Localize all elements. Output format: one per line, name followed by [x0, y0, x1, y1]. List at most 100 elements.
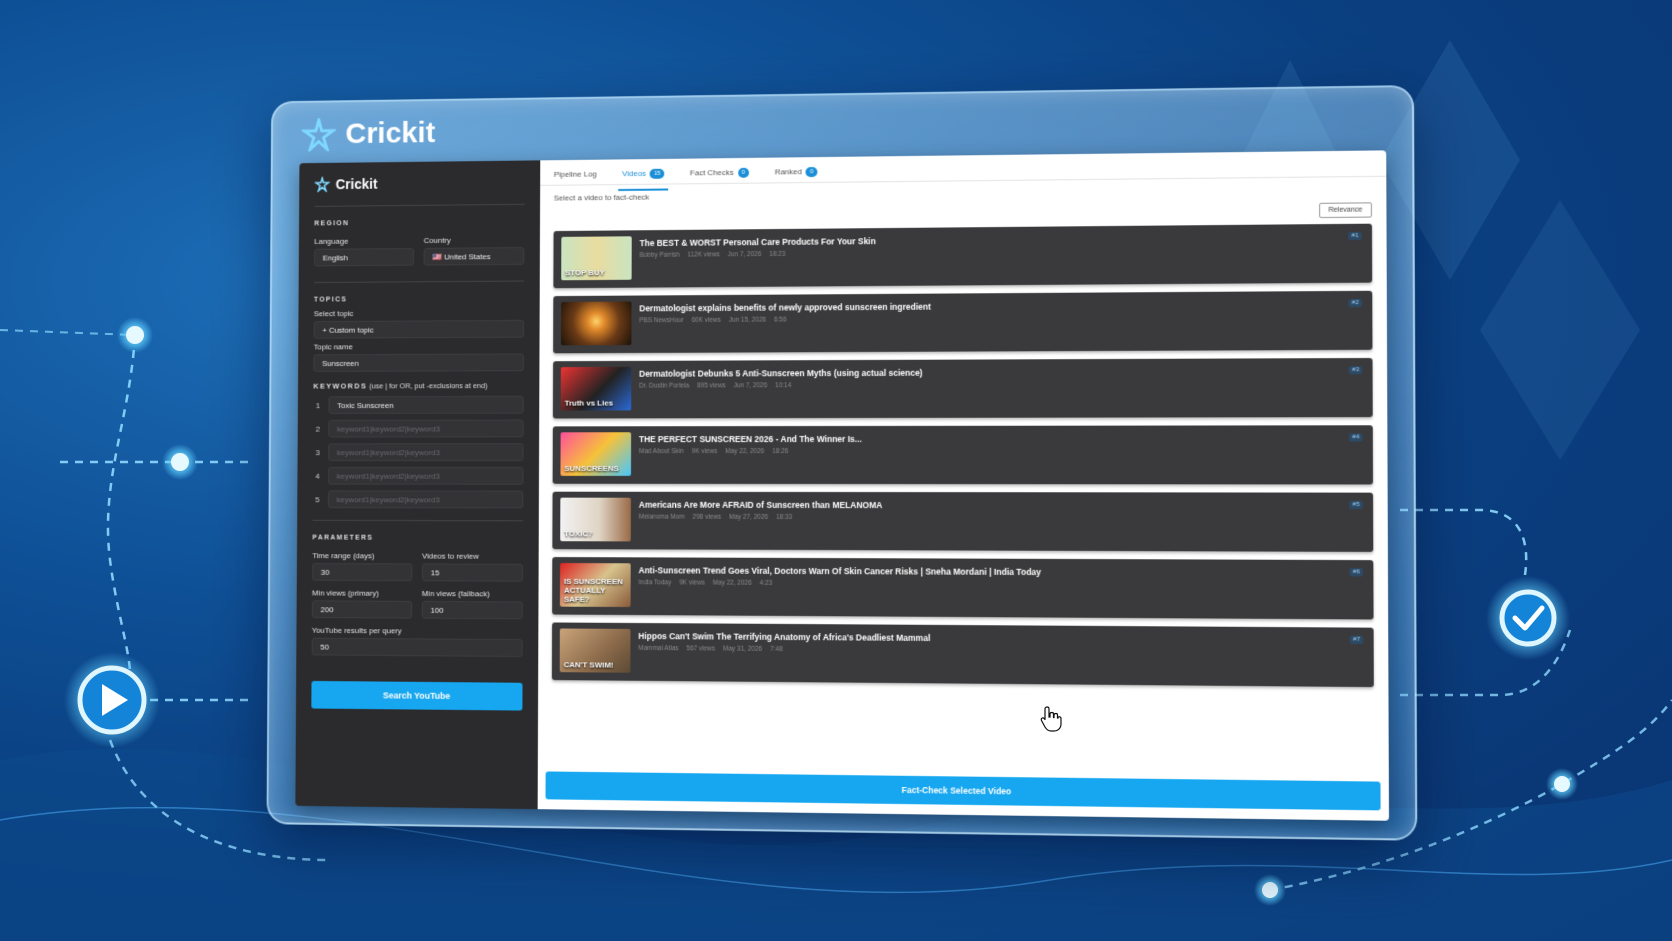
tab-count-badge: 0	[806, 167, 817, 177]
rank-badge: #4	[1349, 433, 1362, 441]
video-title: Americans Are More AFRAID of Sunscreen t…	[639, 500, 883, 510]
tab-ranked[interactable]: Ranked 0	[775, 167, 818, 182]
videos-review-input[interactable]: 15	[422, 563, 523, 581]
time-range-input[interactable]: 30	[312, 563, 412, 581]
video-thumbnail: SUNSCREENS	[560, 432, 631, 476]
video-info: THE PERFECT SUNSCREEN 2026 - And The Win…	[639, 432, 862, 455]
country-select[interactable]: 🇺🇸 United States	[424, 247, 525, 265]
video-duration: 4:23	[760, 580, 773, 587]
video-views: 567 views	[686, 645, 715, 652]
video-info: The BEST & WORST Personal Care Products …	[640, 234, 876, 259]
tab-fact-checks[interactable]: Fact Checks 0	[690, 168, 749, 184]
video-thumbnail: TOXIC?	[560, 498, 631, 542]
video-info: Hippos Can't Swim The Terrifying Anatomy…	[638, 629, 930, 654]
sort-select[interactable]: Relevance	[1319, 202, 1372, 218]
language-select[interactable]: English	[314, 248, 414, 266]
keyword-input-5[interactable]: keyword1|keyword2|keyword3	[328, 490, 523, 508]
video-info: Anti-Sunscreen Trend Goes Viral, Doctors…	[639, 563, 1042, 588]
thumbnail-text: IS SUNSCREEN ACTUALLY SAFE?	[564, 577, 631, 604]
video-date: Jun 7, 2026	[728, 251, 762, 258]
video-meta: India Today 9K views May 22, 2026 4:23	[639, 579, 1042, 588]
min-views-primary-input[interactable]: 200	[312, 600, 412, 618]
hand-cursor-icon	[1040, 705, 1062, 733]
rank-badge: #1	[1348, 232, 1361, 240]
video-duration: 18:26	[772, 448, 788, 455]
video-item[interactable]: Truth vs Lies Dermatologist Debunks 5 An…	[553, 358, 1373, 419]
video-duration: 7:48	[770, 646, 783, 653]
keyword-input-4[interactable]: keyword1|keyword2|keyword3	[328, 467, 523, 485]
keyword-row: 2 keyword1|keyword2|keyword3	[313, 420, 524, 438]
keyword-row: 1 Toxic Sunscreen	[313, 396, 524, 414]
tab-count-badge: 15	[650, 169, 664, 179]
keyword-row: 4 keyword1|keyword2|keyword3	[313, 467, 524, 485]
keywords-title: KEYWORDS	[313, 382, 367, 391]
video-item[interactable]: Dermatologist explains benefits of newly…	[553, 291, 1372, 354]
keyword-number: 2	[313, 424, 323, 433]
keyword-number: 1	[313, 401, 323, 410]
videos-review-label: Videos to review	[422, 552, 523, 561]
results-per-query-label: YouTube results per query	[312, 626, 523, 636]
video-thumbnail: CAN'T SWIM!	[560, 628, 631, 672]
video-thumbnail	[561, 302, 632, 346]
thumbnail-text: CAN'T SWIM!	[564, 660, 614, 669]
keyword-input-3[interactable]: keyword1|keyword2|keyword3	[328, 443, 523, 461]
sidebar-brand: Crickit	[314, 174, 524, 207]
video-meta: Bobby Parrish 112K views Jun 7, 2026 18:…	[640, 250, 876, 259]
app-window-frame: Crickit Crickit REGION Language English …	[266, 85, 1417, 841]
rank-badge: #3	[1349, 366, 1362, 374]
video-item[interactable]: STOP BUY The BEST & WORST Personal Care …	[553, 224, 1372, 289]
results-per-query-input[interactable]: 50	[312, 638, 523, 657]
rank-badge: #6	[1350, 568, 1363, 576]
video-views: 895 views	[697, 382, 726, 389]
min-views-fallback-input[interactable]: 100	[422, 601, 523, 619]
video-info: Dermatologist explains benefits of newly…	[639, 300, 931, 325]
video-item[interactable]: IS SUNSCREEN ACTUALLY SAFE? Anti-Sunscre…	[552, 557, 1373, 619]
video-info: Americans Are More AFRAID of Sunscreen t…	[639, 498, 883, 521]
video-channel: Dr. Dustin Portela	[639, 383, 689, 390]
tab-label: Ranked	[775, 167, 802, 176]
video-views: 298 views	[693, 514, 722, 521]
keyword-input-1[interactable]: Toxic Sunscreen	[328, 396, 523, 414]
min-views-fallback-label: Min views (fallback)	[422, 589, 523, 598]
video-thumbnail: Truth vs Lies	[561, 367, 632, 411]
tab-count-badge: 0	[738, 168, 749, 178]
crickit-logo-icon	[301, 118, 336, 152]
thumbnail-text: STOP BUY	[565, 268, 605, 277]
video-item[interactable]: TOXIC? Americans Are More AFRAID of Suns…	[552, 492, 1373, 552]
video-item[interactable]: SUNSCREENS THE PERFECT SUNSCREEN 2026 - …	[553, 425, 1373, 484]
video-list: STOP BUY The BEST & WORST Personal Care …	[538, 224, 1389, 780]
topics-section-title: TOPICS	[314, 295, 524, 303]
brand-name: Crickit	[345, 117, 435, 151]
video-views: 60K views	[692, 317, 721, 324]
keyword-row: 5 keyword1|keyword2|keyword3	[313, 490, 524, 508]
tab-label: Pipeline Log	[554, 170, 597, 179]
min-views-primary-label: Min views (primary)	[312, 589, 412, 598]
app-window: Crickit REGION Language English Country …	[295, 150, 1389, 820]
video-title: Anti-Sunscreen Trend Goes Viral, Doctors…	[639, 565, 1042, 577]
search-youtube-button[interactable]: Search YouTube	[311, 681, 522, 711]
video-channel: Melanoma Mom	[639, 514, 685, 521]
video-item[interactable]: CAN'T SWIM! Hippos Can't Swim The Terrif…	[552, 622, 1374, 687]
thumbnail-text: TOXIC?	[564, 529, 593, 538]
tab-label: Fact Checks	[690, 168, 734, 177]
video-duration: 18:23	[769, 251, 785, 258]
video-views: 112K views	[687, 251, 719, 258]
keywords-hint: (use | for OR, put -exclusions at end)	[369, 381, 487, 390]
video-meta: Mammal Atlas 567 views May 31, 2026 7:48	[638, 645, 930, 654]
topic-select[interactable]: + Custom topic	[314, 320, 524, 339]
play-icon	[64, 652, 160, 748]
time-range-label: Time range (days)	[312, 551, 412, 560]
brand-header: Crickit	[301, 117, 435, 152]
sidebar-brand-name: Crickit	[336, 176, 378, 192]
keyword-input-2[interactable]: keyword1|keyword2|keyword3	[328, 420, 523, 438]
sidebar: Crickit REGION Language English Country …	[295, 160, 540, 809]
tab-videos[interactable]: Videos 15	[622, 169, 664, 184]
video-duration: 18:33	[776, 514, 792, 521]
thumbnail-text: SUNSCREENS	[564, 464, 618, 473]
video-views: 9K views	[679, 579, 705, 586]
language-label: Language	[314, 236, 414, 246]
tab-pipeline-log[interactable]: Pipeline Log	[554, 170, 597, 185]
topic-name-input[interactable]: Sunscreen	[313, 353, 523, 371]
keyword-number: 3	[313, 448, 323, 457]
tab-label: Videos	[622, 169, 646, 178]
